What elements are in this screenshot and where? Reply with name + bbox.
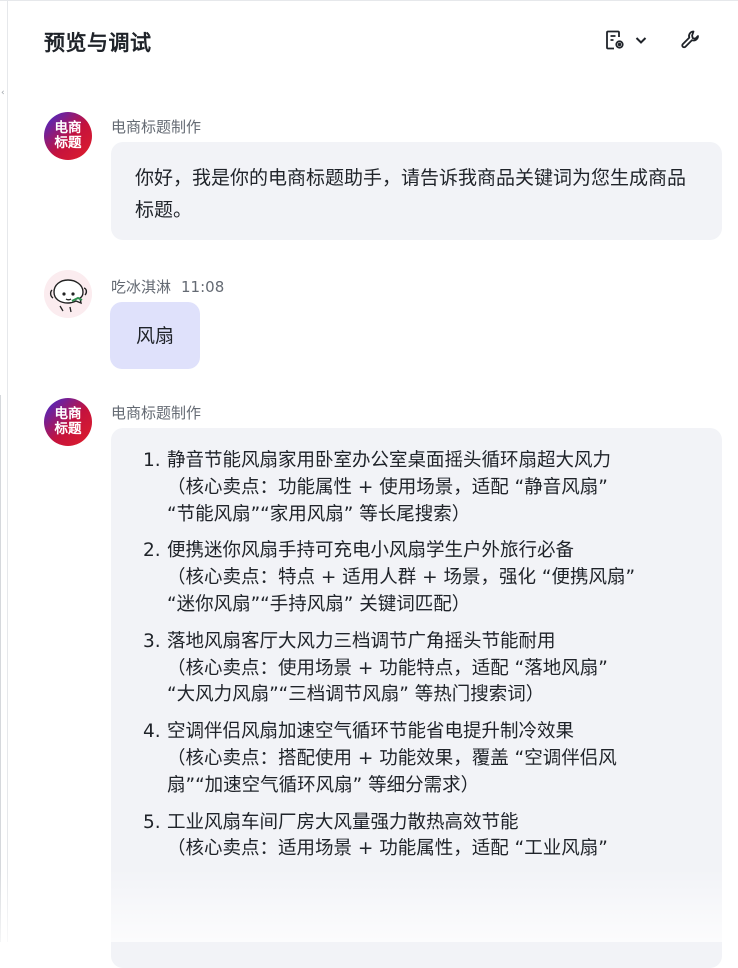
avatar-text: 标题 [54,421,82,437]
item-note: （核心卖点：搭配使用 + 功能效果，覆盖 “空调伴侣风 [167,747,617,769]
item-title: 工业风扇车间厂房大风量强力散热高效节能 [167,811,519,833]
list-item: 2. 便携迷你风扇手持可充电小风扇学生户外旅行必备 （核心卖点：特点 + 适用人群… [143,538,703,618]
bot-avatar: 电商 标题 [44,112,92,160]
left-divider [7,0,8,942]
panel-edge [0,395,1,942]
bot-avatar: 电商 标题 [44,398,92,446]
item-number: 2. [143,540,161,562]
bot-message-bubble: 1. 静音节能风扇家用卧室办公室桌面摇头循环扇超大风力 （核心卖点：功能属性 + … [111,428,722,968]
item-number: 4. [143,721,161,743]
settings-button[interactable] [680,29,702,51]
chevron-down-icon [634,33,648,47]
debug-options-button[interactable] [604,29,648,51]
sender-label: 电商标题制作 [111,404,202,422]
item-title: 便携迷你风扇手持可充电小风扇学生户外旅行必备 [167,540,575,562]
item-title: 落地风扇客厅大风力三档调节广角摇头节能耐用 [167,630,556,652]
message-text: 风扇 [135,325,174,347]
sender-name: 电商标题制作 [111,116,201,137]
list-item: 1. 静音节能风扇家用卧室办公室桌面摇头循环扇超大风力 （核心卖点：功能属性 + … [143,448,703,528]
sender-label: 电商标题制作 [111,118,202,136]
item-note: （核心卖点：特点 + 适用人群 + 场景，强化 “便携风扇” [167,567,636,589]
item-title: 空调伴侣风扇加速空气循环节能省电提升制冷效果 [167,721,575,743]
page-title: 预览与调试 [44,31,152,55]
item-note: （核心卖点：使用场景 + 功能特点，适配 “落地风扇” [167,657,608,679]
list-item: 5. 工业风扇车间厂房大风量强力散热高效节能 （核心卖点：适用场景 + 功能属性，… [143,810,703,864]
item-title: 静音节能风扇家用卧室办公室桌面摇头循环扇超大风力 [167,450,612,471]
user-message-bubble: 风扇 [110,302,200,369]
item-note: （核心卖点：适用场景 + 功能属性，适配 “工业风扇” [167,838,608,860]
avatar-text: 电商 [54,406,82,422]
avatar-text: 标题 [54,135,82,151]
resize-handle[interactable]: ‹ [1,89,5,98]
message-time: 11:08 [181,278,225,296]
item-note: （核心卖点：功能属性 + 使用场景，适配 “静音风扇” [167,476,608,498]
item-number: 5. [143,811,161,833]
message-text: 你好，我是你的电商标题助手，请告诉我商品关键词为您生成商品标题。 [135,167,687,221]
user-avatar [44,270,92,318]
title-suggestion-list: 1. 静音节能风扇家用卧室办公室桌面摇头循环扇超大风力 （核心卖点：功能属性 + … [143,448,703,873]
document-settings-icon [604,29,626,51]
list-item: 3. 落地风扇客厅大风力三档调节广角摇头节能耐用 （核心卖点：使用场景 + 功能特… [143,629,703,709]
item-note: “大风力风扇”“三档调节风扇” 等热门搜索词） [167,684,545,706]
avatar-text: 电商 [54,120,82,136]
preview-header: 预览与调试 [8,1,738,81]
sender-label: 吃冰淇淋 [111,278,172,296]
item-note: 扇”“加速空气循环风扇” 等细分需求） [167,774,480,796]
sender-name: 吃冰淇淋 11:08 [111,276,224,297]
list-item: 4. 空调伴侣风扇加速空气循环节能省电提升制冷效果 （核心卖点：搭配使用 + 功能… [143,719,703,799]
sender-name: 电商标题制作 [111,402,201,423]
item-note: “节能风扇”“家用风扇” 等长尾搜索） [167,503,471,525]
bot-message-bubble: 你好，我是你的电商标题助手，请告诉我商品关键词为您生成商品标题。 [111,142,722,240]
wrench-icon [680,29,702,51]
item-number: 3. [143,630,161,652]
item-number: 1. [143,450,161,471]
item-note: “迷你风扇”“手持风扇” 关键词匹配） [167,593,471,615]
